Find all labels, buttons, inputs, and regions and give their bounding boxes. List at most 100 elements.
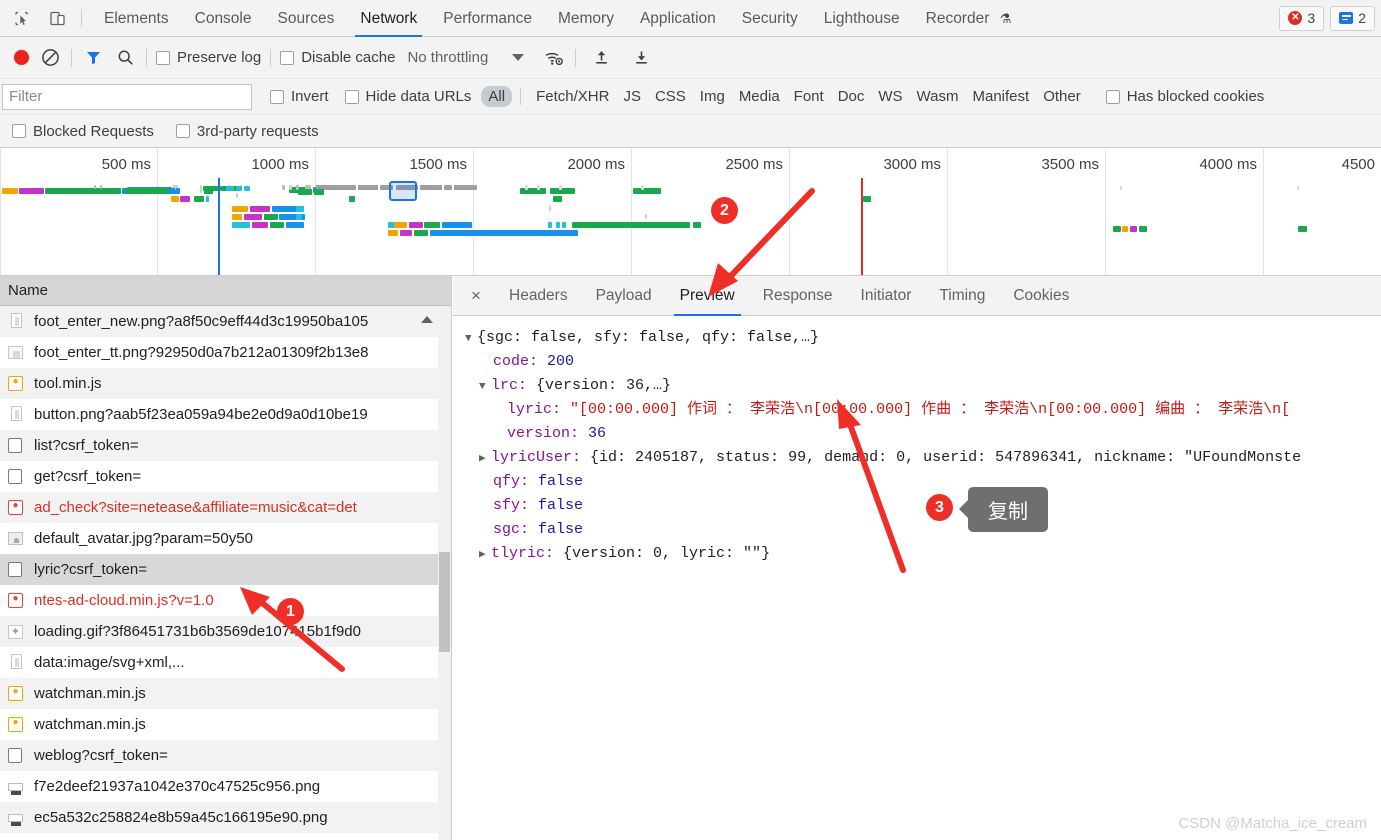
tab-performance[interactable]: Performance bbox=[430, 0, 545, 37]
requests-scrollbar-track[interactable] bbox=[438, 306, 451, 840]
disable-cache-checkbox[interactable]: Disable cache bbox=[280, 49, 395, 66]
tab-security[interactable]: Security bbox=[729, 0, 811, 37]
inspect-cursor-icon[interactable] bbox=[6, 4, 36, 32]
type-filter-media[interactable]: Media bbox=[732, 86, 787, 107]
close-icon[interactable]: × bbox=[463, 283, 489, 309]
json-line-lyricuser[interactable]: ▶ lyricUser: {id: 2405187, status: 99, de… bbox=[465, 446, 1381, 470]
tab-performance-label: Performance bbox=[443, 9, 532, 27]
message-count-badge[interactable]: 2 bbox=[1330, 5, 1375, 31]
filter-funnel-icon[interactable] bbox=[81, 46, 105, 70]
requests-scrollbar-thumb[interactable] bbox=[439, 552, 450, 652]
tab-timing[interactable]: Timing bbox=[925, 276, 999, 316]
type-filter-wasm[interactable]: Wasm bbox=[910, 86, 966, 107]
request-row-data-svg[interactable]: data:image/svg+xml,... bbox=[0, 647, 451, 678]
disclosure-triangle-icon[interactable]: ▼ bbox=[465, 327, 477, 351]
json-line-tlyric[interactable]: ▶ tlyric: {version: 0, lyric: ""} bbox=[465, 542, 1381, 566]
overview-tick-2500: 2500 ms bbox=[725, 156, 783, 173]
request-row-ntes-ad-cloud[interactable]: ● ntes-ad-cloud.min.js?v=1.0 bbox=[0, 585, 451, 616]
script-icon-red: ● bbox=[8, 592, 25, 609]
tab-payload[interactable]: Payload bbox=[582, 276, 666, 316]
request-name: get?csrf_token= bbox=[34, 468, 142, 485]
error-count-badge[interactable]: ✕ 3 bbox=[1279, 5, 1325, 31]
request-row-list[interactable]: list?csrf_token= bbox=[0, 430, 451, 461]
checkbox-box bbox=[270, 89, 284, 104]
tab-memory[interactable]: Memory bbox=[545, 0, 627, 37]
request-row-f7e2deef[interactable]: f7e2deef21937a1042e370c47525c956.png bbox=[0, 771, 451, 802]
type-filter-manifest[interactable]: Manifest bbox=[966, 86, 1037, 107]
tab-sources[interactable]: Sources bbox=[265, 0, 348, 37]
tab-lighthouse[interactable]: Lighthouse bbox=[811, 0, 913, 37]
json-value-lrc: {version: 36,…} bbox=[536, 377, 672, 394]
preserve-log-checkbox[interactable]: Preserve log bbox=[156, 49, 261, 66]
request-row-weblog[interactable]: weblog?csrf_token= bbox=[0, 740, 451, 771]
json-key-qfy: qfy: bbox=[493, 473, 530, 490]
json-line-lrc[interactable]: ▼ lrc: {version: 36,…} bbox=[465, 374, 1381, 398]
tab-elements[interactable]: Elements bbox=[91, 0, 182, 37]
request-row-ad-check[interactable]: ● ad_check?site=netease&affiliate=music&… bbox=[0, 492, 451, 523]
json-value-code: 200 bbox=[547, 353, 575, 370]
type-filter-other[interactable]: Other bbox=[1036, 86, 1088, 107]
filter-input[interactable] bbox=[2, 83, 252, 110]
request-row-default-avatar[interactable]: default_avatar.jpg?param=50y50 bbox=[0, 523, 451, 554]
timeline-selection[interactable] bbox=[389, 181, 417, 201]
copy-tooltip[interactable]: 复制 bbox=[959, 487, 1048, 532]
tab-preview[interactable]: Preview bbox=[666, 276, 749, 316]
invert-checkbox[interactable]: Invert bbox=[270, 88, 329, 105]
tab-cookies[interactable]: Cookies bbox=[999, 276, 1083, 316]
toolbar-divider-2 bbox=[146, 48, 147, 67]
search-icon[interactable] bbox=[113, 46, 137, 70]
tab-headers[interactable]: Headers bbox=[495, 276, 582, 316]
request-row-lyric[interactable]: lyric?csrf_token= bbox=[0, 554, 451, 585]
request-row-watchman-1[interactable]: ● watchman.min.js bbox=[0, 678, 451, 709]
import-har-icon[interactable] bbox=[589, 46, 613, 70]
chevron-down-icon[interactable] bbox=[512, 54, 525, 61]
tab-initiator[interactable]: Initiator bbox=[847, 276, 926, 316]
blocked-requests-checkbox[interactable]: Blocked Requests bbox=[12, 123, 154, 140]
image-icon bbox=[8, 406, 25, 423]
device-toggle-icon[interactable] bbox=[42, 4, 72, 32]
resource-type-filters: All Fetch/XHR JS CSS Img Media Font Doc … bbox=[481, 86, 1087, 107]
third-party-requests-checkbox[interactable]: 3rd-party requests bbox=[175, 123, 319, 140]
tab-console[interactable]: Console bbox=[182, 0, 265, 37]
request-row-foot-enter-new[interactable]: foot_enter_new.png?a8f50c9eff44d3c19950b… bbox=[0, 306, 451, 337]
request-row-ec5a532c[interactable]: ec5a532c258824e8b59a45c166195e90.png bbox=[0, 802, 451, 833]
request-row-tool-min-js[interactable]: ● tool.min.js bbox=[0, 368, 451, 399]
request-row-button-png[interactable]: button.png?aab5f23ea059a94be2e0d9a0d10be… bbox=[0, 399, 451, 430]
json-root-line[interactable]: ▼ {sgc: false, sfy: false, qfy: false,…} bbox=[465, 326, 1381, 350]
tab-response[interactable]: Response bbox=[749, 276, 847, 316]
export-har-icon[interactable] bbox=[629, 46, 653, 70]
tab-network[interactable]: Network bbox=[347, 0, 430, 37]
tab-console-label: Console bbox=[194, 9, 252, 27]
disclosure-triangle-icon[interactable]: ▶ bbox=[479, 447, 491, 471]
requests-column-header[interactable]: Name bbox=[0, 276, 451, 306]
type-filter-js[interactable]: JS bbox=[616, 86, 648, 107]
type-filter-all[interactable]: All bbox=[481, 86, 513, 107]
type-filter-fetch-xhr[interactable]: Fetch/XHR bbox=[529, 86, 616, 107]
disclosure-triangle-icon[interactable]: ▶ bbox=[479, 543, 491, 567]
overview-tick-3500: 3500 ms bbox=[1041, 156, 1099, 173]
has-blocked-cookies-checkbox[interactable]: Has blocked cookies bbox=[1105, 88, 1264, 105]
type-filter-font[interactable]: Font bbox=[787, 86, 831, 107]
json-line-code: code: 200 bbox=[465, 350, 1381, 374]
type-filter-doc[interactable]: Doc bbox=[831, 86, 872, 107]
type-filter-img[interactable]: Img bbox=[693, 86, 732, 107]
hide-data-urls-checkbox[interactable]: Hide data URLs bbox=[344, 88, 471, 105]
column-header-name: Name bbox=[8, 282, 49, 299]
dom-content-loaded-line bbox=[218, 178, 220, 275]
type-filter-css[interactable]: CSS bbox=[648, 86, 693, 107]
tab-application[interactable]: Application bbox=[627, 0, 729, 37]
throttling-select[interactable]: No throttling bbox=[407, 49, 488, 66]
network-overview-timeline[interactable]: 500 ms 1000 ms 1500 ms 2000 ms 2500 ms 3… bbox=[0, 148, 1381, 276]
request-row-foot-enter-tt[interactable]: foot_enter_tt.png?92950d0a7b212a01309f2b… bbox=[0, 337, 451, 368]
document-icon bbox=[8, 437, 25, 454]
clear-button[interactable] bbox=[38, 46, 62, 70]
request-row-watchman-2[interactable]: ● watchman.min.js bbox=[0, 709, 451, 740]
disclosure-triangle-icon[interactable]: ▼ bbox=[479, 375, 491, 399]
script-icon-red: ● bbox=[8, 499, 25, 516]
request-row-get[interactable]: get?csrf_token= bbox=[0, 461, 451, 492]
type-filter-ws[interactable]: WS bbox=[871, 86, 909, 107]
request-row-loading-gif[interactable]: ✦ loading.gif?3f86451731b6b3569de107415b… bbox=[0, 616, 451, 647]
network-conditions-icon[interactable] bbox=[542, 46, 566, 70]
tab-recorder[interactable]: Recorder ⚗ bbox=[913, 0, 1025, 37]
record-button[interactable] bbox=[14, 50, 29, 65]
